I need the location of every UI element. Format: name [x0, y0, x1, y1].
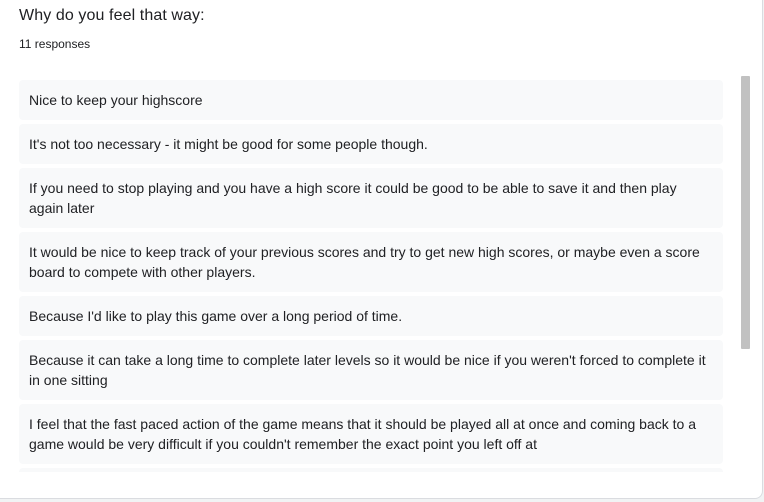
response-item: I feel that the fast paced action of the… [19, 404, 723, 464]
response-count: 11 responses [19, 37, 91, 51]
response-item: Nice to keep your highscore [19, 80, 723, 120]
scrollbar-thumb[interactable] [741, 76, 750, 349]
response-item: Because it can take a long time to compl… [19, 340, 723, 400]
response-item: Because I'd like to play this game over … [19, 296, 723, 336]
response-item: It's not too necessary - it might be goo… [19, 124, 723, 164]
response-item [19, 468, 723, 472]
question-summary-card: Why do you feel that way: 11 responses N… [0, 0, 763, 499]
question-title: Why do you feel that way: [19, 7, 205, 24]
responses-list[interactable]: Nice to keep your highscore It's not too… [19, 80, 723, 472]
responses-scrollbar[interactable] [740, 76, 750, 476]
response-item: It would be nice to keep track of your p… [19, 232, 723, 292]
response-item: If you need to stop playing and you have… [19, 168, 723, 228]
